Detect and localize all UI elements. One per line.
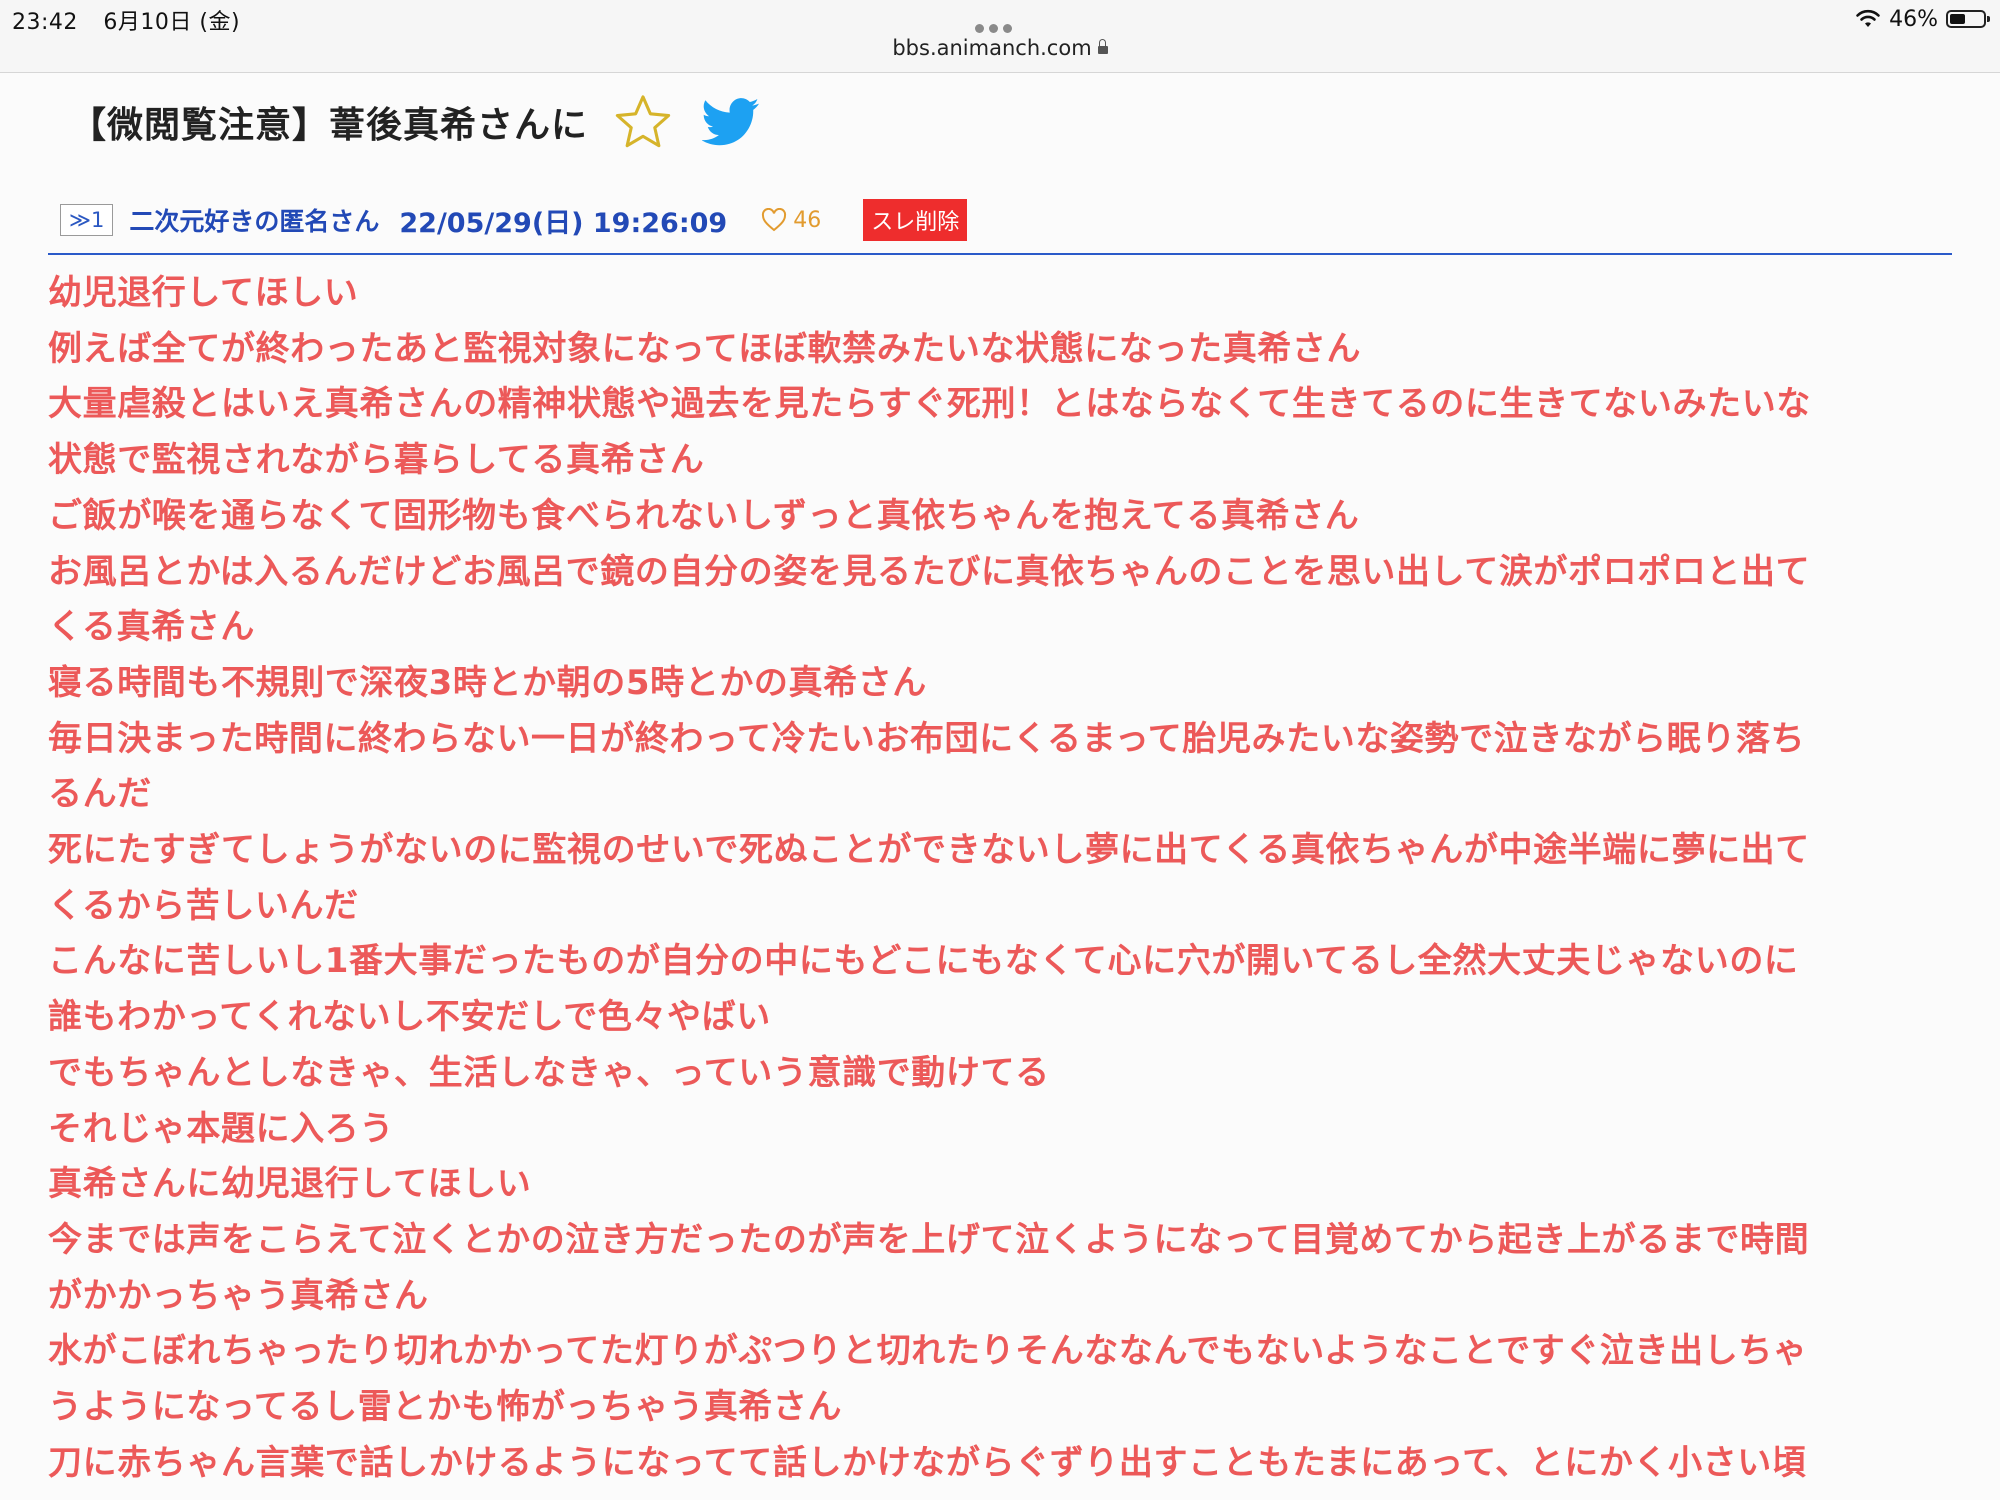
delete-thread-button[interactable]: スレ削除 xyxy=(863,199,968,241)
battery-percent: 46% xyxy=(1889,6,1938,32)
post-body-line: 寝る時間も不規則で深夜3時とか朝の5時とかの真希さん xyxy=(48,662,927,703)
thread-title: 【微閲覧注意】葦後真希さんに xyxy=(70,105,589,146)
post-body-line: 状態で監視されながら暮らしてる真希さん xyxy=(48,440,705,481)
battery-icon xyxy=(1946,10,1990,28)
more-dots-icon[interactable] xyxy=(975,18,1023,33)
post-body-line: 刀に赤ちゃん言葉で話しかけるようになってて話しかけながらぐずり出すこともたまにあ… xyxy=(48,1442,1807,1483)
lock-icon xyxy=(1097,39,1108,54)
post-body-line: 真希さんに幼児退行してほしい xyxy=(48,1164,532,1205)
post-body-line: 死にたすぎてしょうがないのに監視のせいで死ぬことができないし夢に出てくる真依ちゃ… xyxy=(48,830,1810,871)
post-author: 二次元好きの匿名さん xyxy=(129,207,380,236)
star-outline-icon[interactable] xyxy=(614,93,672,151)
status-bar: 23:42 6月10日 (金) bbs.animanch.com 46% xyxy=(0,0,2000,73)
address-bar[interactable]: bbs.animanch.com xyxy=(0,36,2000,60)
like-count: 46 xyxy=(793,207,822,233)
status-date: 6月10日 (金) xyxy=(103,10,241,35)
post-body-line: ご飯が喉を通らなくて固形物も食べられないしずっと真依ちゃんを抱えてる真希さん xyxy=(48,495,1360,536)
twitter-bird-icon[interactable] xyxy=(702,96,760,148)
post-body-line: がかかっちゃう真希さん xyxy=(48,1275,429,1316)
post-body-line: 幼児退行してほしい xyxy=(48,273,359,313)
wifi-icon xyxy=(1856,9,1880,27)
reply-number-button[interactable]: ≫1 xyxy=(60,204,114,236)
thread-title-row: 【微閲覧注意】葦後真希さんに xyxy=(70,93,760,151)
url-text: bbs.animanch.com xyxy=(892,36,1092,60)
like-button[interactable]: 46 xyxy=(761,208,821,233)
post-body-line: 例えば全てが終わったあと監視対象になってほぼ軟禁みたいな状態になった真希さん xyxy=(48,328,1362,369)
post-body-line: 今までは声をこらえて泣くとかの泣き方だったのが声を上げて泣くようになって目覚めて… xyxy=(48,1219,1810,1260)
post-body-line: 毎日決まった時間に終わらない一日が終わって冷たいお布団にくるまって胎児みたいな姿… xyxy=(48,718,1806,759)
status-time: 23:42 xyxy=(12,10,78,35)
heart-outline-icon xyxy=(762,208,787,232)
post-datetime: 22/05/29(日) 19:26:09 xyxy=(399,207,728,239)
post-body-line: 誰もわかってくれないし不安だしで色々やばい xyxy=(48,997,771,1038)
status-time-date: 23:42 6月10日 (金) xyxy=(12,4,240,36)
post-body-line: くる真希さん xyxy=(48,607,255,648)
post-body-line: くるから苦しいんだ xyxy=(48,885,359,926)
page-content: 【微閲覧注意】葦後真希さんに ≫1 二次元好きの匿名さん 22/05/29(日)… xyxy=(0,73,2000,1500)
post-body-line: それじゃ本題に入ろう xyxy=(48,1108,394,1149)
post-divider xyxy=(48,253,1952,255)
post-body-line: るんだ xyxy=(48,774,152,815)
post-body-line: こんなに苦しいし1番大事だったものが自分の中にもどこにもなくて心に穴が開いてるし… xyxy=(48,941,1799,982)
post-body-line: 大量虐殺とはいえ真希さんの精神状態や過去を見たらすぐ死刑！とはならなくて生きてる… xyxy=(48,384,1811,425)
post-body-line: でもちゃんとしなきゃ、生活しなきゃ、っていう意識で動けてる xyxy=(48,1052,1050,1093)
post-body-line: うようになってるし雷とかも怖がっちゃう真希さん xyxy=(48,1387,843,1428)
status-right: 46% xyxy=(1855,4,1990,34)
post-body: 幼児退行してほしい例えば全てが終わったあと監視対象になってほぼ軟禁みたいな状態に… xyxy=(48,266,1968,1491)
post-body-line: 水がこぼれちゃったり切れかかってた灯りがぷつりと切れたりそんななんでもないような… xyxy=(48,1331,1808,1372)
post-body-line: お風呂とかは入るんだけどお風呂で鏡の自分の姿を見るたびに真依ちゃんのことを思い出… xyxy=(48,551,1811,592)
battery-level-fill xyxy=(1950,14,1965,24)
post-header: ≫1 二次元好きの匿名さん 22/05/29(日) 19:26:09 46 スレ… xyxy=(60,199,968,241)
